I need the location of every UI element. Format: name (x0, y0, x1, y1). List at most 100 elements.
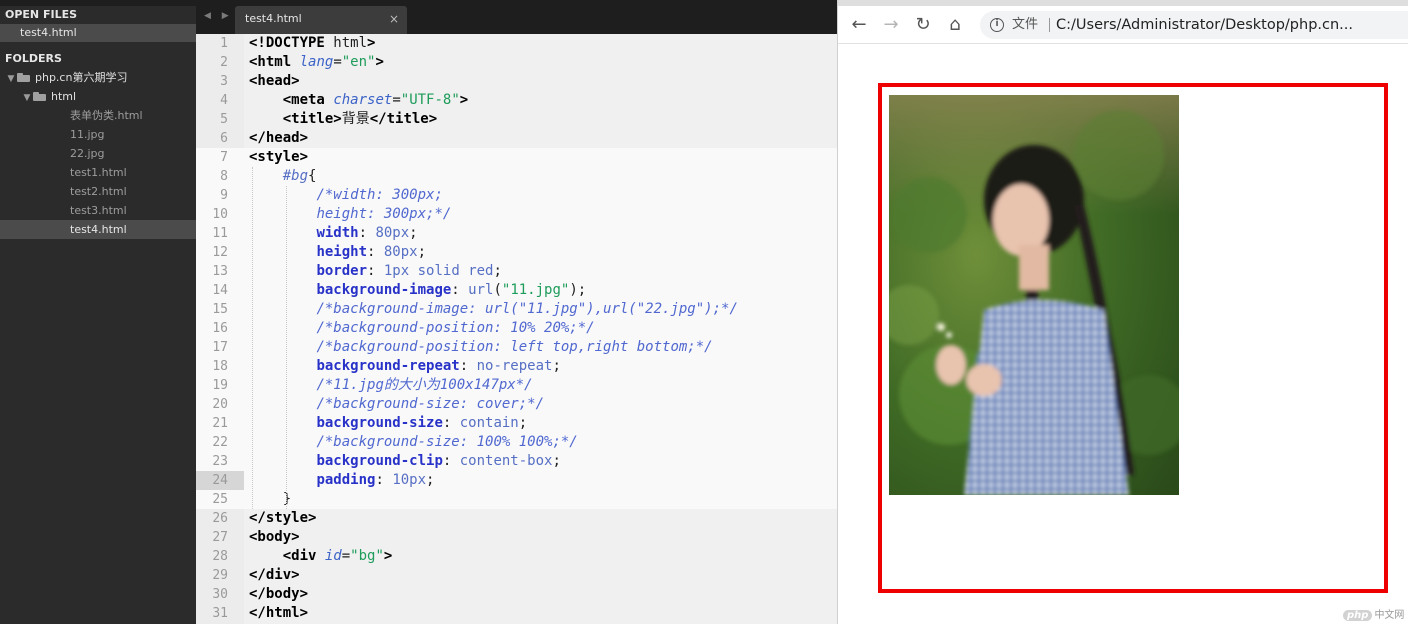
tab-test4[interactable]: test4.html × (235, 6, 407, 34)
address-separator (1049, 18, 1050, 32)
folder-label: html (51, 90, 77, 103)
line-number: 29 (212, 568, 228, 583)
folder-label: php.cn第六期学习 (35, 71, 128, 84)
code-line: 28 <div id="bg"> (196, 547, 837, 566)
folder-icon (33, 92, 47, 101)
line-number: 18 (212, 359, 228, 374)
line-number: 28 (212, 549, 228, 564)
code-line: 10 height: 300px;*/ (196, 205, 837, 224)
info-icon[interactable]: i (990, 18, 1004, 32)
code-line: 5 <title>背景</title> (196, 110, 837, 129)
browser-window: ← → ↻ ⌂ i 文件 C:/Users/Administrator/Desk… (838, 0, 1408, 624)
code-line: 4 <meta charset="UTF-8"> (196, 91, 837, 110)
url-text[interactable]: C:/Users/Administrator/Desktop/php.cn... (1056, 11, 1353, 39)
code-line: 8 #bg{ (196, 167, 837, 186)
back-arrow-icon[interactable]: ← (848, 14, 870, 36)
photo-girl-image (889, 95, 1179, 495)
line-number: 7 (220, 150, 228, 165)
line-number: 4 (220, 93, 228, 108)
code-line: 20 /*background-size: cover;*/ (196, 395, 837, 414)
tab-nav-arrows-icon[interactable]: ◀ ▶ (204, 11, 233, 21)
indent-guide (252, 167, 253, 509)
line-number: 31 (212, 606, 228, 621)
code-line: 23 background-clip: content-box; (196, 452, 837, 471)
file-scheme-label: 文件 (1012, 17, 1039, 32)
line-number: 2 (220, 55, 228, 70)
line-number: 27 (212, 530, 228, 545)
file-item[interactable]: 22.jpg (0, 144, 196, 163)
tab-label: test4.html (245, 12, 302, 25)
file-item[interactable]: 表单伪类.html (0, 106, 196, 125)
code-line: 30 </body> (196, 585, 837, 604)
line-number: 16 (212, 321, 228, 336)
line-number: 8 (220, 169, 228, 184)
code-line: 25 } (196, 490, 837, 509)
code-line: 9 /*width: 300px; (196, 186, 837, 205)
line-number: 13 (212, 264, 228, 279)
line-number: 23 (212, 454, 228, 469)
code-line: 11 width: 80px; (196, 224, 837, 243)
line-number: 14 (212, 283, 228, 298)
code-editor[interactable]: 1 <!DOCTYPE html> 2 <html lang="en"> 3 <hea… (196, 34, 837, 624)
line-number: 11 (212, 226, 228, 241)
line-number: 26 (212, 511, 228, 526)
line-number: 22 (212, 435, 228, 450)
line-number: 9 (220, 188, 228, 203)
close-icon[interactable]: × (389, 6, 399, 32)
line-number: 24 (212, 473, 228, 488)
folder-row-root[interactable]: ▼ php.cn第六期学习 (0, 68, 196, 87)
indent-guide (286, 186, 287, 509)
reload-icon[interactable]: ↻ (912, 14, 934, 36)
line-number: 20 (212, 397, 228, 412)
code-line: 2 <html lang="en"> (196, 53, 837, 72)
code-line: 27 <body> (196, 528, 837, 547)
code-line: 1 <!DOCTYPE html> (196, 34, 837, 53)
code-line: 22 /*background-size: 100% 100%;*/ (196, 433, 837, 452)
code-line: 15 /*background-image: url("11.jpg"),url… (196, 300, 837, 319)
code-line: 29 </div> (196, 566, 837, 585)
watermark: php 中文网 (1343, 606, 1404, 621)
code-line: 16 /*background-position: 10% 20%;*/ (196, 319, 837, 338)
code-line-current: 24 padding: 10px; (196, 471, 837, 490)
open-file-item[interactable]: test4.html (0, 24, 196, 42)
code-line: 7 <style> (196, 148, 837, 167)
folders-heading: FOLDERS (5, 52, 62, 65)
rendered-page: php 中文网 (838, 44, 1408, 624)
line-number: 6 (220, 131, 228, 146)
code-line: 13 border: 1px solid red; (196, 262, 837, 281)
line-number: 5 (220, 112, 228, 127)
code-line: 6 </head> (196, 129, 837, 148)
file-item[interactable]: test2.html (0, 182, 196, 201)
line-number: 17 (212, 340, 228, 355)
code-line: 12 height: 80px; (196, 243, 837, 262)
forward-arrow-icon[interactable]: → (880, 14, 902, 36)
code-line: 14 background-image: url("11.jpg"); (196, 281, 837, 300)
address-bar[interactable]: i 文件 C:/Users/Administrator/Desktop/php.… (980, 11, 1408, 39)
file-item[interactable]: 11.jpg (0, 125, 196, 144)
file-item-active[interactable]: test4.html (0, 220, 196, 239)
line-number: 15 (212, 302, 228, 317)
home-icon[interactable]: ⌂ (944, 14, 966, 36)
code-line: 18 background-repeat: no-repeat; (196, 357, 837, 376)
line-number: 30 (212, 587, 228, 602)
sidebar: OPEN FILES test4.html FOLDERS ▼ php.cn第六期… (0, 0, 196, 624)
background-photo (889, 95, 1179, 495)
open-files-heading: OPEN FILES (5, 8, 78, 21)
line-number: 19 (212, 378, 228, 393)
folder-icon (17, 73, 31, 82)
line-number: 1 (220, 36, 228, 51)
line-number: 10 (212, 207, 228, 222)
code-line: 3 <head> (196, 72, 837, 91)
line-number: 25 (212, 492, 228, 507)
browser-toolbar: ← → ↻ ⌂ i 文件 C:/Users/Administrator/Desk… (838, 6, 1408, 44)
tab-bar: ◀ ▶ test4.html × (196, 0, 837, 34)
file-item[interactable]: test3.html (0, 201, 196, 220)
code-line: 21 background-size: contain; (196, 414, 837, 433)
code-line: 26 </style> (196, 509, 837, 528)
code-line: 31 </html> (196, 604, 837, 623)
folder-row-html[interactable]: ▼ html (0, 87, 196, 106)
file-item[interactable]: test1.html (0, 163, 196, 182)
line-number: 12 (212, 245, 228, 260)
code-line: 19 /*11.jpg的大小为100x147px*/ (196, 376, 837, 395)
code-line: 17 /*background-position: left top,right… (196, 338, 837, 357)
